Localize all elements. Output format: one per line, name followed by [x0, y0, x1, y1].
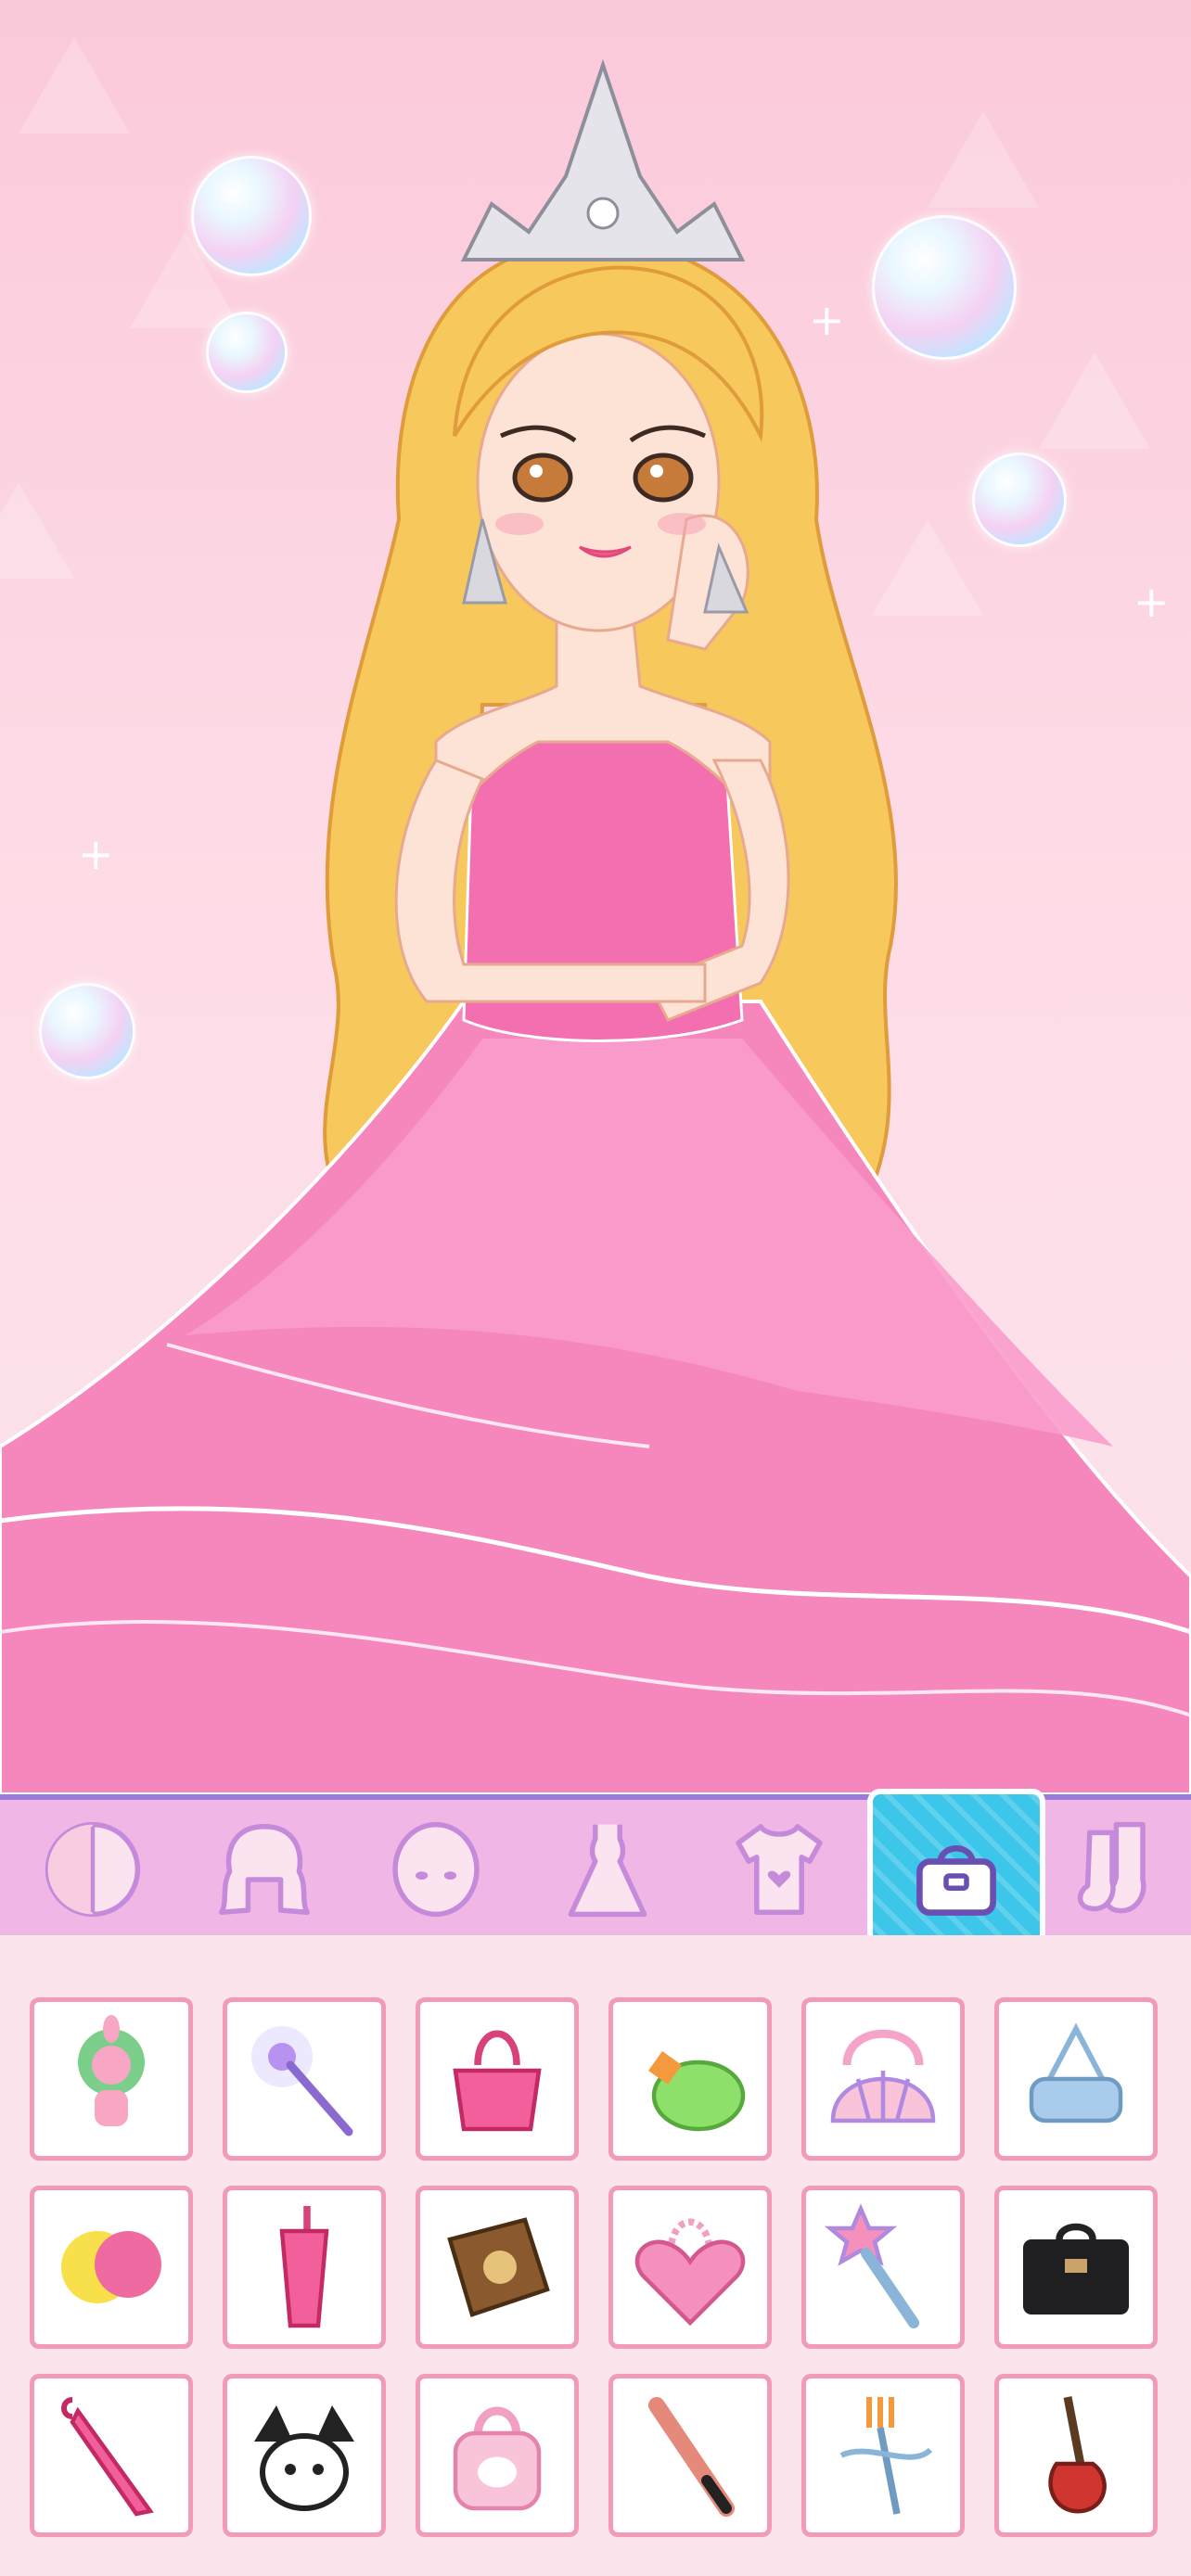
character-stage: + + + [0, 0, 1191, 1794]
baseball-bat-item [648, 2397, 735, 2517]
item-slot[interactable] [223, 1997, 386, 2161]
kuromi-bag-item [254, 2405, 354, 2511]
pink-heart-bag-item [453, 2030, 542, 2132]
princess-avatar[interactable] [0, 0, 1191, 1794]
item-slot[interactable] [223, 2374, 386, 2537]
item-slot[interactable] [608, 2186, 772, 2349]
electric-guitar-item [1048, 2396, 1107, 2514]
star-wand-item [824, 2203, 919, 2328]
top-shirt-icon [736, 1824, 823, 1915]
fancy-fork-wand-item [839, 2397, 933, 2515]
black-briefcase-item [1023, 2223, 1129, 2315]
item-slot[interactable] [801, 2186, 965, 2349]
item-slot[interactable] [801, 1997, 965, 2161]
item-slot[interactable] [994, 2186, 1158, 2349]
pink-umbrella-item [61, 2397, 154, 2517]
item-slot[interactable] [30, 2186, 193, 2349]
socks-icon [1077, 1821, 1146, 1914]
blue-shoulder-bag-item [1029, 2022, 1123, 2123]
seashell-bag-item [830, 2029, 936, 2123]
tab-socks[interactable] [1067, 1818, 1178, 1920]
tab-skin-tone[interactable] [37, 1818, 148, 1920]
item-grid [0, 1935, 1191, 2576]
item-slot[interactable] [223, 2186, 386, 2349]
item-slot[interactable] [416, 2374, 579, 2537]
item-slot[interactable] [801, 2374, 965, 2537]
tab-dress[interactable] [552, 1818, 663, 1920]
spell-book-item [447, 2217, 550, 2317]
item-slot[interactable] [608, 1997, 772, 2161]
hello-kitty-bag-item [453, 2406, 542, 2511]
item-slot[interactable] [30, 1997, 193, 2161]
hair-icon [219, 1824, 310, 1915]
tab-hair[interactable] [209, 1818, 320, 1920]
item-slot[interactable] [994, 1997, 1158, 2161]
pink-lion-plush-item [78, 2015, 145, 2126]
pompom-item [61, 2231, 161, 2303]
item-slot[interactable] [416, 1997, 579, 2161]
tab-top[interactable] [724, 1818, 835, 1920]
handbag-icon [916, 1845, 996, 1916]
green-coconut-bag-item [648, 2051, 746, 2132]
item-slot[interactable] [416, 2186, 579, 2349]
item-slot[interactable] [608, 2374, 772, 2537]
item-slot[interactable] [30, 2374, 193, 2537]
pink-tumbler-item [279, 2206, 329, 2328]
magic-wand-item [251, 2026, 353, 2136]
skin-tone-icon [45, 1821, 141, 1918]
category-tab-bar [0, 1789, 1191, 1989]
tab-face[interactable] [380, 1818, 492, 1920]
dress-icon [568, 1824, 647, 1918]
face-icon [392, 1821, 480, 1918]
pink-quilted-bag-item [634, 2218, 746, 2327]
item-slot[interactable] [994, 2374, 1158, 2537]
